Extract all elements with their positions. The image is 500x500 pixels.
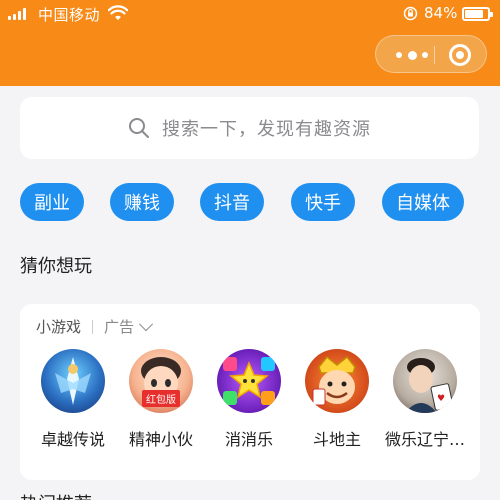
game-item[interactable]: 红包版 精神小伙 <box>121 349 201 450</box>
rotation-lock-icon <box>403 6 418 21</box>
ad-label-button[interactable]: 广告 <box>104 316 154 337</box>
game-icon-landlord <box>305 349 369 413</box>
game-item[interactable]: ♥ 微乐辽宁… <box>385 349 465 450</box>
game-name: 微乐辽宁… <box>385 430 466 449</box>
chip-zhuanqian[interactable]: 赚钱 <box>110 183 174 221</box>
signal-icon <box>8 8 26 20</box>
chip-zimeiti[interactable]: 自媒体 <box>382 183 464 221</box>
close-miniprogram-icon[interactable] <box>449 44 471 66</box>
tag-chips: 副业 赚钱 抖音 快手 自媒体 <box>20 183 480 223</box>
battery-icon <box>462 7 493 21</box>
wifi-icon <box>108 5 128 20</box>
game-name: 卓越传说 <box>40 430 105 449</box>
ad-label: 广告 <box>104 318 135 336</box>
game-name: 精神小伙 <box>128 430 193 449</box>
game-icon-poker: ♥ <box>393 349 457 413</box>
card-label: 小游戏 <box>36 318 82 336</box>
game-icon-legend <box>41 349 105 413</box>
search-bar[interactable]: 搜索一下，发现有趣资源 <box>20 97 479 159</box>
miniprogram-capsule <box>375 35 487 73</box>
search-placeholder: 搜索一下，发现有趣资源 <box>162 119 371 140</box>
mini-games-card: 小游戏 广告 卓越传说 红包版 精神小伙 消消乐 斗地主 ♥ 微乐辽宁… <box>20 304 480 480</box>
search-icon <box>129 118 149 138</box>
game-name: 消消乐 <box>224 430 273 449</box>
more-dots-icon[interactable] <box>396 47 428 63</box>
chip-douyin[interactable]: 抖音 <box>200 183 264 221</box>
status-bar: 中国移动 84% <box>0 0 500 30</box>
red-packet-badge: 红包版 <box>142 390 180 407</box>
game-icon-guy: 红包版 <box>129 349 193 413</box>
game-icon-match <box>217 349 281 413</box>
game-item[interactable]: 卓越传说 <box>33 349 113 450</box>
next-section-title: 热门推荐 <box>20 490 92 500</box>
header-divider <box>92 319 94 334</box>
capsule-divider <box>434 46 435 64</box>
card-header: 小游戏 广告 <box>36 316 154 337</box>
game-name: 斗地主 <box>312 430 361 449</box>
game-item[interactable]: 斗地主 <box>297 349 377 450</box>
carrier-name: 中国移动 <box>38 6 101 24</box>
section-title: 猜你想玩 <box>20 256 92 277</box>
chevron-down-icon <box>138 316 154 331</box>
battery-fill <box>465 10 483 18</box>
chip-fuye[interactable]: 副业 <box>20 183 84 221</box>
svg-text:♥: ♥ <box>437 394 445 404</box>
game-item[interactable]: 消消乐 <box>209 349 289 450</box>
chip-kuaishou[interactable]: 快手 <box>291 183 355 221</box>
battery-percent: 84% <box>424 4 458 22</box>
